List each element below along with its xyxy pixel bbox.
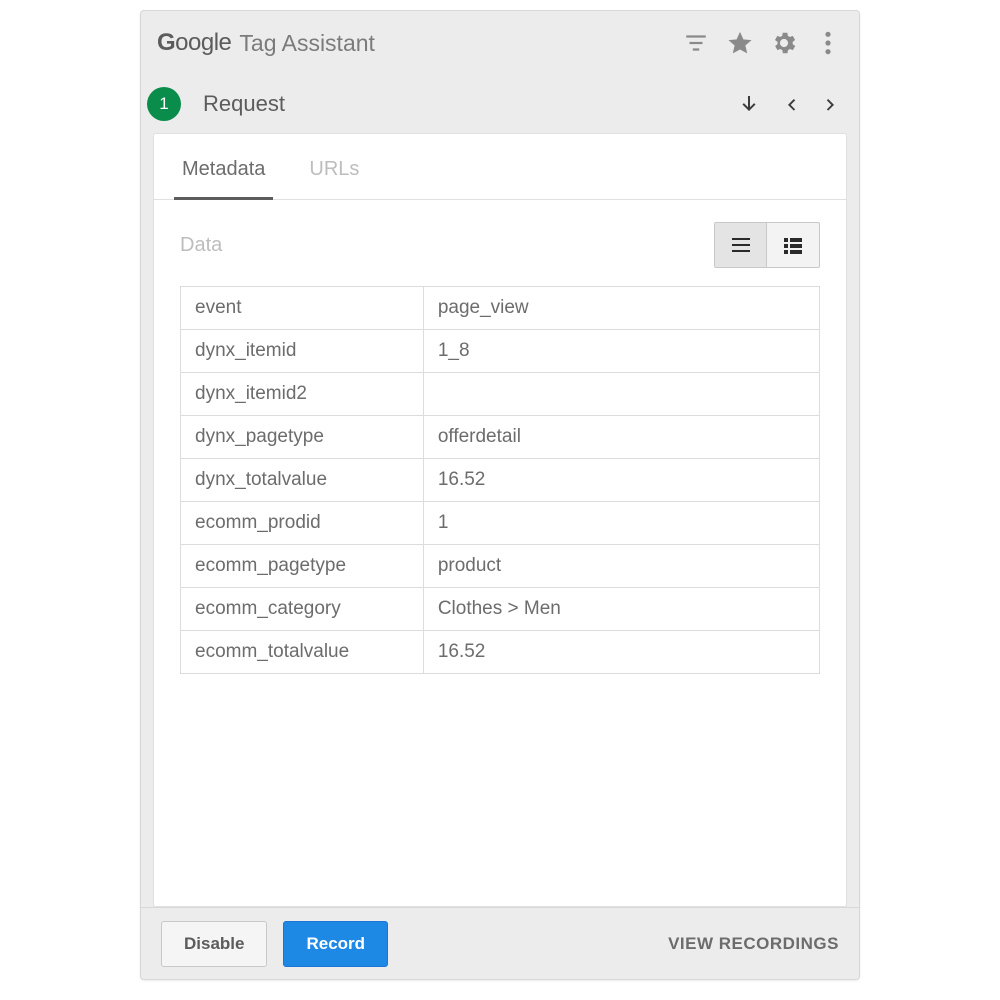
data-value: 16.52 bbox=[423, 631, 819, 674]
chevron-left-icon[interactable] bbox=[781, 91, 801, 117]
subbar-right bbox=[737, 91, 841, 117]
table-row: ecomm_prodid1 bbox=[181, 502, 820, 545]
bottombar: Disable Record VIEW RECORDINGS bbox=[141, 907, 859, 979]
data-value: product bbox=[423, 545, 819, 588]
data-value: Clothes > Men bbox=[423, 588, 819, 631]
detail-view-icon[interactable] bbox=[767, 223, 819, 267]
data-value: 16.52 bbox=[423, 459, 819, 502]
table-row: dynx_itemid2 bbox=[181, 373, 820, 416]
data-key: ecomm_pagetype bbox=[181, 545, 424, 588]
tabs: Metadata URLs bbox=[154, 134, 846, 200]
chevron-right-icon[interactable] bbox=[821, 91, 841, 117]
subbar-left: 1 Request bbox=[147, 87, 285, 121]
section-title: Data bbox=[180, 234, 222, 257]
star-icon[interactable] bbox=[725, 28, 755, 58]
view-recordings-link[interactable]: VIEW RECORDINGS bbox=[668, 934, 839, 954]
section-head: Data bbox=[154, 200, 846, 286]
arrow-down-icon[interactable] bbox=[737, 92, 761, 116]
data-value: page_view bbox=[423, 287, 819, 330]
topbar-actions bbox=[681, 28, 843, 58]
data-key: dynx_itemid bbox=[181, 330, 424, 373]
table-row: dynx_itemid1_8 bbox=[181, 330, 820, 373]
data-value bbox=[423, 373, 819, 416]
data-key: event bbox=[181, 287, 424, 330]
content-card: Metadata URLs Data eventpage_viewdynx_it… bbox=[153, 133, 847, 907]
brand: Google Tag Assistant bbox=[157, 29, 375, 57]
data-value: offerdetail bbox=[423, 416, 819, 459]
data-value: 1 bbox=[423, 502, 819, 545]
data-key: dynx_pagetype bbox=[181, 416, 424, 459]
table-row: ecomm_pagetypeproduct bbox=[181, 545, 820, 588]
google-logo: Google bbox=[157, 29, 231, 57]
tab-metadata[interactable]: Metadata bbox=[180, 134, 267, 199]
gear-icon[interactable] bbox=[769, 28, 799, 58]
table-row: dynx_totalvalue16.52 bbox=[181, 459, 820, 502]
data-key: dynx_totalvalue bbox=[181, 459, 424, 502]
more-vert-icon[interactable] bbox=[813, 28, 843, 58]
data-table: eventpage_viewdynx_itemid1_8dynx_itemid2… bbox=[180, 286, 820, 674]
data-key: ecomm_category bbox=[181, 588, 424, 631]
request-count-badge: 1 bbox=[147, 87, 181, 121]
brand-title: Tag Assistant bbox=[239, 30, 375, 57]
disable-button[interactable]: Disable bbox=[161, 921, 267, 967]
data-key: ecomm_prodid bbox=[181, 502, 424, 545]
tab-urls[interactable]: URLs bbox=[307, 134, 361, 199]
request-title: Request bbox=[203, 91, 285, 117]
bottombar-left: Disable Record bbox=[161, 921, 388, 967]
record-button[interactable]: Record bbox=[283, 921, 388, 967]
view-toggles bbox=[714, 222, 820, 268]
table-row: eventpage_view bbox=[181, 287, 820, 330]
data-key: ecomm_totalvalue bbox=[181, 631, 424, 674]
filter-icon[interactable] bbox=[681, 28, 711, 58]
subbar: 1 Request bbox=[141, 75, 859, 133]
extension-panel: Google Tag Assistant 1 Request bbox=[140, 10, 860, 980]
topbar: Google Tag Assistant bbox=[141, 11, 859, 75]
data-key: dynx_itemid2 bbox=[181, 373, 424, 416]
data-value: 1_8 bbox=[423, 330, 819, 373]
table-row: ecomm_categoryClothes > Men bbox=[181, 588, 820, 631]
list-view-icon[interactable] bbox=[715, 223, 767, 267]
table-row: ecomm_totalvalue16.52 bbox=[181, 631, 820, 674]
table-row: dynx_pagetypeofferdetail bbox=[181, 416, 820, 459]
